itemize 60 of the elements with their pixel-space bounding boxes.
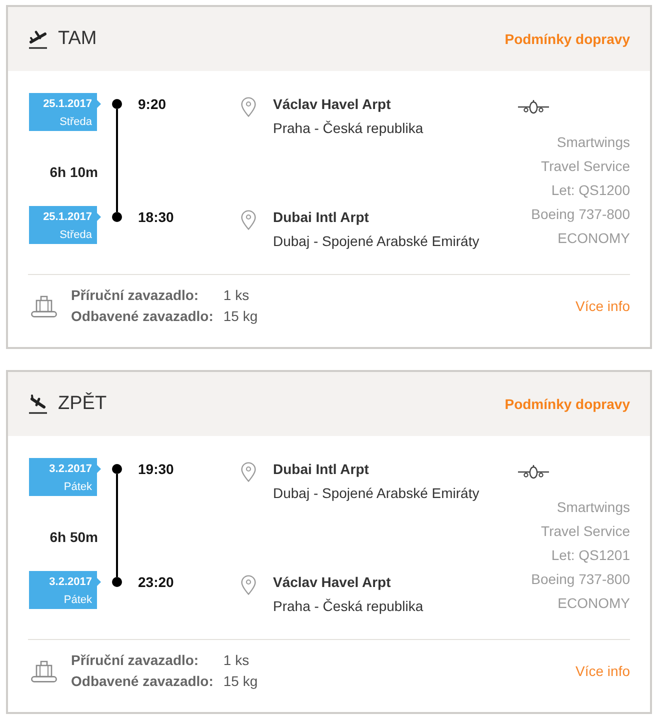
- cabin-class: ECONOMY: [558, 594, 630, 613]
- conditions-link[interactable]: Podmínky dopravy: [504, 396, 630, 412]
- duration-label: 6h 50m: [48, 528, 98, 546]
- luggage-icon: [31, 294, 57, 318]
- date-label: 25.1.2017: [43, 210, 92, 224]
- conditions-link[interactable]: Podmínky dopravy: [504, 31, 630, 47]
- baggage-value: 1 ks: [223, 286, 250, 305]
- city-country: Praha - Česká republika: [273, 119, 424, 138]
- baggage-label: Odbavené zavazadlo:: [71, 307, 214, 326]
- date-label: 3.2.2017: [49, 575, 92, 589]
- baggage-label: Odbavené zavazadlo:: [71, 672, 214, 691]
- timeline-dot: [112, 99, 122, 109]
- baggage-value: 15 kg: [223, 672, 258, 691]
- date-label: 25.1.2017: [43, 97, 92, 111]
- baggage-value: 15 kg: [223, 307, 258, 326]
- time-label: 18:30: [138, 208, 174, 227]
- direction-title: ZPĚT: [58, 393, 107, 415]
- airport-name: Václav Havel Arpt: [273, 573, 391, 592]
- weekday-label: Pátek: [64, 593, 92, 608]
- operator-name: Travel Service: [541, 522, 630, 541]
- direction-title: TAM: [58, 28, 97, 50]
- landing-icon: [28, 394, 48, 414]
- airplane-icon: [518, 100, 549, 114]
- more-info-link[interactable]: Více info: [576, 298, 630, 314]
- baggage-value: 1 ks: [223, 651, 250, 670]
- airline-name: Smartwings: [556, 133, 630, 152]
- airport-name: Václav Havel Arpt: [273, 95, 391, 114]
- flight-number: Let: QS1201: [551, 546, 630, 565]
- location-pin-icon: [241, 210, 256, 230]
- timeline-dot: [112, 212, 122, 222]
- operator-name: Travel Service: [541, 157, 630, 176]
- weekday-label: Středa: [60, 228, 92, 243]
- city-country: Dubaj - Spojené Arabské Emiráty: [273, 484, 480, 503]
- flight-number: Let: QS1200: [551, 181, 630, 200]
- more-info-link[interactable]: Více info: [576, 663, 630, 679]
- takeoff-icon: [28, 29, 48, 49]
- duration-label: 6h 10m: [48, 163, 98, 181]
- luggage-icon: [31, 659, 57, 683]
- time-label: 23:20: [138, 573, 174, 592]
- date-label: 3.2.2017: [49, 462, 92, 476]
- baggage-label: Příruční zavazadlo:: [71, 286, 199, 305]
- airport-name: Dubai Intl Arpt: [273, 460, 369, 479]
- airline-name: Smartwings: [556, 498, 630, 517]
- weekday-label: Středa: [60, 115, 92, 130]
- airplane-icon: [518, 465, 549, 479]
- city-country: Dubaj - Spojené Arabské Emiráty: [273, 232, 480, 251]
- location-pin-icon: [241, 575, 256, 595]
- timeline-dot: [112, 464, 122, 474]
- aircraft-type: Boeing 737-800: [531, 205, 630, 224]
- location-pin-icon: [241, 462, 256, 482]
- location-pin-icon: [241, 97, 256, 117]
- time-label: 9:20: [138, 95, 166, 114]
- time-label: 19:30: [138, 460, 174, 479]
- aircraft-type: Boeing 737-800: [531, 570, 630, 589]
- cabin-class: ECONOMY: [558, 229, 630, 248]
- timeline-dot: [112, 577, 122, 587]
- baggage-label: Příruční zavazadlo:: [71, 651, 199, 670]
- weekday-label: Pátek: [64, 480, 92, 495]
- city-country: Praha - Česká republika: [273, 597, 424, 616]
- airport-name: Dubai Intl Arpt: [273, 208, 369, 227]
